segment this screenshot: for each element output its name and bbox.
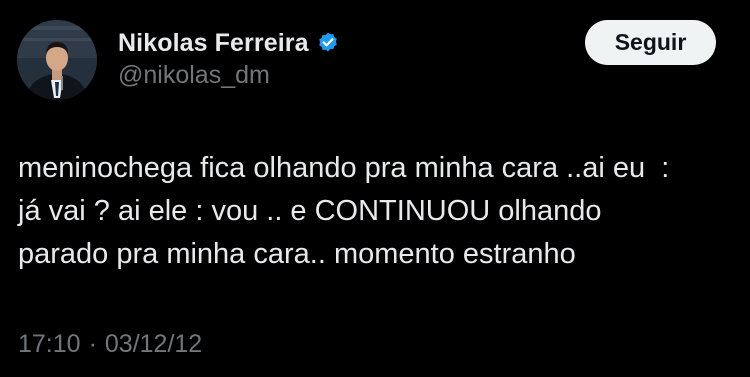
author-display-name[interactable]: Nikolas Ferreira — [118, 29, 309, 58]
tweet-time: 17:10 — [18, 330, 81, 358]
tweet-timestamp[interactable]: 17:10 · 03/12/12 — [18, 330, 202, 359]
author-handle[interactable]: @nikolas_dm — [118, 61, 340, 90]
author-block: Nikolas Ferreira @nikolas_dm — [118, 27, 340, 90]
follow-button[interactable]: Seguir — [585, 20, 716, 65]
author-name-row: Nikolas Ferreira — [118, 27, 340, 59]
verified-badge-icon[interactable] — [316, 31, 340, 55]
profile-photo — [17, 20, 97, 100]
tweet-text: meninochega fica olhando pra minha cara … — [18, 152, 670, 270]
meta-separator: · — [88, 330, 97, 358]
tweet-card: Nikolas Ferreira @nikolas_dm Seguir meni… — [0, 0, 750, 377]
tweet-date: 03/12/12 — [104, 330, 203, 358]
avatar[interactable] — [17, 20, 97, 100]
